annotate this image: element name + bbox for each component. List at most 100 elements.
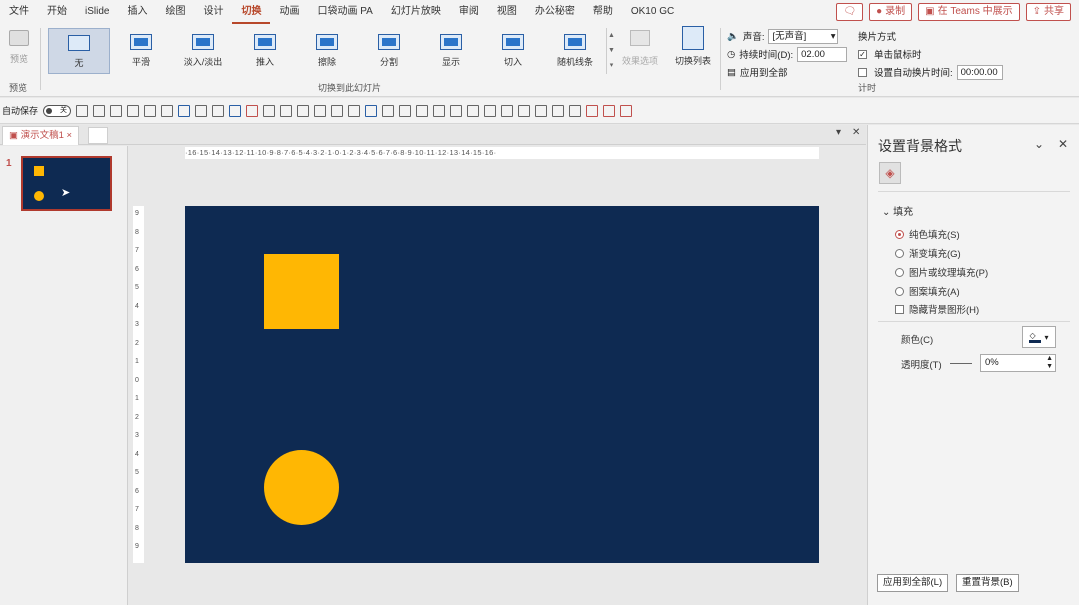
document-tab[interactable]: ▣ 演示文稿1 × (2, 126, 80, 145)
flip-icon[interactable] (450, 104, 463, 117)
rotate-icon[interactable] (433, 104, 446, 117)
text-box-icon[interactable] (144, 104, 157, 117)
transition-option[interactable]: 切入 (482, 28, 544, 74)
shape-fill-icon[interactable] (484, 104, 497, 117)
menu-tab[interactable]: 插入 (118, 0, 156, 24)
after-time-input[interactable]: 00:00.00 (956, 64, 1003, 80)
menu-tab[interactable]: 文件 (0, 0, 38, 24)
menu-tab[interactable]: OK10 GC (622, 0, 683, 24)
reset-background-button[interactable]: 重置背景(B) (956, 574, 1019, 592)
menu-tab[interactable]: 动画 (270, 0, 308, 24)
transition-option[interactable]: 无 (48, 28, 110, 74)
transparency-slider[interactable] (950, 363, 972, 364)
align-icon[interactable] (195, 104, 208, 117)
transition-option[interactable]: 分割 (358, 28, 420, 74)
radio-button (895, 286, 904, 296)
after-checkbox[interactable] (858, 67, 867, 77)
align-center-icon[interactable] (314, 104, 327, 117)
highlight-icon[interactable] (569, 104, 582, 117)
menu-tab[interactable]: 办公秘密 (526, 0, 584, 24)
table-icon[interactable] (382, 104, 395, 117)
format-painter-icon[interactable] (246, 104, 259, 117)
smartart-icon[interactable] (399, 104, 412, 117)
transition-option[interactable]: 显示 (420, 28, 482, 74)
apply-to-all-button[interactable]: 应用到全部(L) (877, 574, 949, 592)
merge-shapes-icon[interactable] (416, 104, 429, 117)
menu-tab[interactable]: 审阅 (450, 0, 488, 24)
grid-icon[interactable] (620, 104, 633, 117)
ungroup-icon[interactable] (280, 104, 293, 117)
menu-tab[interactable]: 幻灯片放映 (382, 0, 450, 24)
apply-to-all-button[interactable]: 应用到全部 (740, 65, 788, 79)
transition-option[interactable]: 随机线条 (544, 28, 606, 74)
hide-background-graphics-checkbox[interactable]: 隐藏背景图形(H) (895, 302, 979, 316)
shape-outline-icon[interactable] (501, 104, 514, 117)
group-icon[interactable] (263, 104, 276, 117)
close-tab-icon[interactable]: × (64, 130, 73, 141)
new-slide-icon[interactable] (127, 104, 140, 117)
undo-icon[interactable] (93, 104, 106, 117)
menu-tab[interactable]: 开始 (38, 0, 76, 24)
comments-button[interactable]: 🗨 (836, 3, 864, 21)
presenter-icon[interactable] (586, 104, 599, 117)
crop-icon[interactable] (467, 104, 480, 117)
menu-tab[interactable]: 帮助 (584, 0, 622, 24)
transparency-input[interactable]: 0% ▲ ▼ (980, 354, 1056, 372)
menu-tab[interactable]: 绘图 (156, 0, 194, 24)
menu-tab[interactable]: 设计 (194, 0, 232, 24)
effect-options-button[interactable]: 效果选项 (620, 30, 660, 67)
picture-icon[interactable] (161, 104, 174, 117)
equation-icon[interactable] (331, 104, 344, 117)
transition-option[interactable]: 推入 (234, 28, 296, 74)
eyedropper-icon[interactable] (535, 104, 548, 117)
close-icon[interactable]: ✕ (1058, 137, 1068, 151)
slide-canvas[interactable] (185, 206, 819, 563)
fill-section-header[interactable]: ⌄ 填充 (882, 203, 913, 218)
fill-option-radio[interactable]: 渐变填充(G) (895, 246, 961, 260)
slide-thumbnail[interactable]: ➤ (21, 156, 112, 211)
arrange-icon[interactable] (229, 104, 242, 117)
color-picker-button[interactable]: ◇ ▾ (1022, 326, 1056, 348)
preview-button[interactable]: 预览 (4, 30, 34, 65)
transition-option[interactable]: 擦除 (296, 28, 358, 74)
gallery-scroll[interactable]: ▲ ▼ ▾ (606, 28, 616, 74)
spinner-icon[interactable]: ▲ ▼ (1046, 355, 1053, 371)
close-window-icon[interactable]: ✕ (852, 127, 860, 138)
fill-option-radio[interactable]: 图片或纹理填充(P) (895, 265, 988, 279)
tab-menu-icon[interactable]: ▾ (836, 127, 841, 138)
align-left-icon[interactable] (297, 104, 310, 117)
after-label: 设置自动换片时间: (874, 68, 953, 79)
sound-dropdown[interactable]: [无声音] ▾ (768, 28, 839, 44)
transition-option[interactable]: 淡入/淡出 (172, 28, 234, 74)
menu-tab[interactable]: 视图 (488, 0, 526, 24)
symbol-icon[interactable] (348, 104, 361, 117)
share-button[interactable]: ⇪ 共享 (1025, 3, 1071, 21)
save-icon[interactable] (76, 104, 89, 117)
fill-option-radio[interactable]: 纯色填充(S) (895, 227, 960, 241)
shapes-icon[interactable] (178, 104, 191, 117)
record-button[interactable]: ● 录制 (869, 3, 913, 21)
autosave-label: 自动保存 (2, 106, 39, 116)
orange-circle-shape[interactable] (264, 450, 339, 525)
font-color-icon[interactable] (552, 104, 565, 117)
chart-icon[interactable] (365, 104, 378, 117)
transition-option[interactable]: 平滑 (110, 28, 172, 74)
fill-tab-button[interactable]: ◈ (879, 162, 901, 184)
chevron-down-icon[interactable]: ⌄ (1034, 137, 1044, 151)
on-click-checkbox[interactable]: ✓ 单击鼠标时 (858, 45, 1003, 63)
on-click-label: 单击鼠标时 (874, 50, 922, 61)
menu-tab[interactable]: 切换 (232, 0, 271, 24)
present-in-teams-button[interactable]: ▣ 在 Teams 中展示 (918, 3, 1020, 21)
redo-icon[interactable] (110, 104, 123, 117)
autosave-toggle[interactable]: 关 (43, 104, 72, 117)
switch-list-button[interactable]: 切换列表 (672, 26, 714, 67)
menu-tab[interactable]: iSlide (76, 0, 118, 24)
fill-option-radio[interactable]: 图案填充(A) (895, 284, 960, 298)
effects-icon[interactable] (518, 104, 531, 117)
distribute-icon[interactable] (212, 104, 225, 117)
duration-input[interactable]: 02.00 (797, 46, 848, 62)
orange-square-shape[interactable] (264, 254, 339, 329)
menu-tab[interactable]: 口袋动画 PA (308, 0, 381, 24)
record-slide-icon[interactable] (603, 104, 616, 117)
new-tab-button[interactable] (88, 127, 108, 144)
